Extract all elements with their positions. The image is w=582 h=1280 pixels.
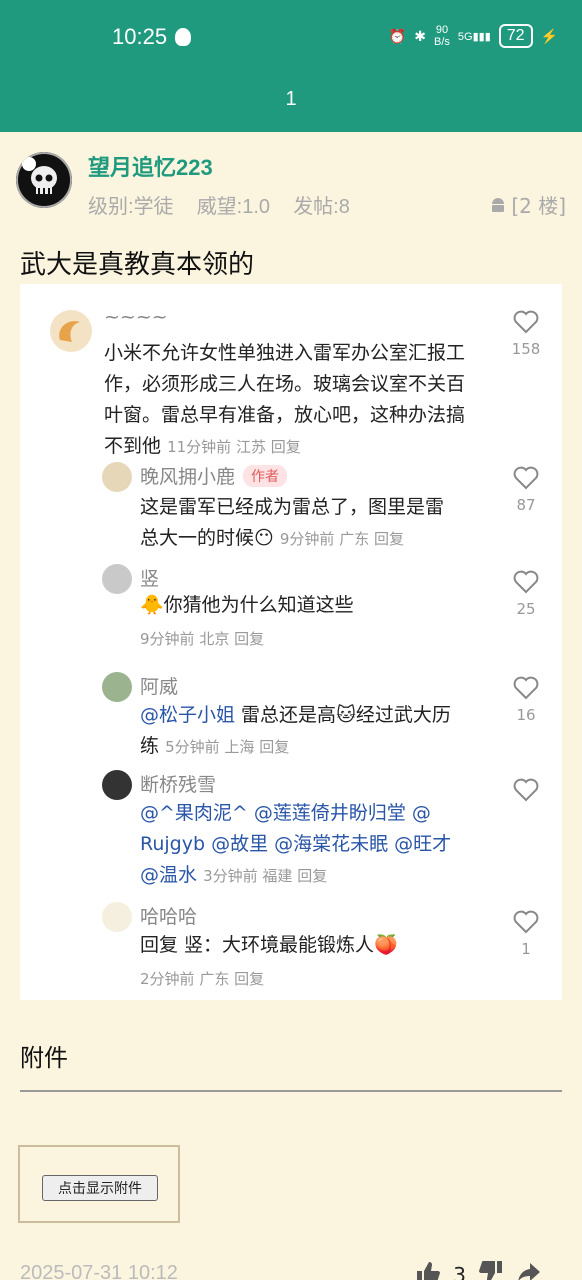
comment-text: 这是雷军已经成为雷总了，图里是雷 总大一的时候😶 9分钟前 广东 回复 — [140, 496, 445, 549]
signal-icon: 5G▮▮▮ — [457, 30, 491, 43]
heart-icon — [513, 570, 539, 594]
heart-icon — [513, 676, 539, 700]
reply-button[interactable]: 回复 — [259, 738, 289, 756]
carrot-avatar — [102, 902, 132, 932]
net-speed-unit: B/s — [434, 36, 450, 48]
comment-author[interactable]: 哈哈哈 — [140, 902, 197, 929]
comment-text: @松子小姐 雷总还是高🐱经过武大历 练 5分钟前 上海 回复 — [140, 704, 451, 757]
heart-icon — [513, 310, 539, 334]
user-avatar — [102, 672, 132, 702]
comment-author[interactable]: 晚风拥小鹿 — [140, 466, 235, 488]
reply-button[interactable]: 回复 — [234, 970, 264, 988]
skull-icon — [16, 152, 72, 208]
comment-author[interactable]: 断桥残雪 — [140, 770, 216, 797]
like-button[interactable]: 16 — [506, 676, 546, 724]
thumbs-down-icon[interactable] — [478, 1260, 504, 1280]
app-notification-icon — [175, 28, 192, 46]
attachments-title: 附件 — [20, 1044, 68, 1072]
floor-label: [2 楼] — [489, 190, 566, 219]
post-date: 2025-07-31 10:12 — [20, 1262, 178, 1280]
status-time: 10:25 — [112, 24, 168, 49]
page-title: 1 — [0, 70, 582, 132]
comments-image: ~~~~ 小米不允许女性单独进入雷军办公室汇报工作，必须形成三人在场。玻璃会议室… — [20, 284, 562, 1000]
android-icon — [492, 197, 505, 212]
comment-text: 小米不允许女性单独进入雷军办公室汇报工作，必须形成三人在场。玻璃会议室不关百叶窗… — [104, 342, 466, 457]
cat-emoji-icon: 🐱 — [336, 704, 356, 726]
comment-text: 回复 竖：大环境最能锻炼人🍑 — [140, 934, 398, 956]
comment-text: 🐥你猜他为什么知道这些 — [140, 594, 354, 616]
author-avatar[interactable] — [16, 152, 72, 208]
thumbs-up-icon[interactable] — [415, 1260, 441, 1280]
like-button[interactable]: 1 — [506, 910, 546, 958]
author-name[interactable]: 望月追忆223 — [88, 150, 213, 182]
heart-icon — [513, 778, 539, 802]
charging-icon: ⚡ — [540, 27, 558, 44]
heart-icon — [513, 466, 539, 490]
user-avatar — [102, 462, 132, 492]
share-icon[interactable] — [516, 1260, 542, 1280]
like-button[interactable] — [506, 778, 546, 808]
battery-indicator: 72 — [498, 24, 533, 48]
up-count: 3 — [453, 1262, 466, 1280]
vote-bar: 3 — [415, 1260, 542, 1280]
reply-button[interactable]: 回复 — [374, 530, 404, 548]
mention-link[interactable]: @松子小姐 — [140, 704, 235, 726]
comment-text: @^果肉泥^ @莲莲倚井盼归堂 @ Rujgyb @故里 @海棠花未眠 @旺才 … — [140, 802, 452, 886]
emoji-icon: 🐥 — [140, 594, 164, 616]
heart-icon — [513, 910, 539, 934]
user-avatar — [102, 770, 132, 800]
bluetooth-icon: ✱ — [414, 27, 426, 44]
emoji-icon: 😶 — [254, 527, 274, 549]
comment-author[interactable]: 竖 — [140, 564, 159, 591]
author-meta: 级别:学徒 威望:1.0 发帖:8 — [88, 196, 350, 218]
divider — [20, 1090, 562, 1092]
like-button[interactable]: 25 — [506, 570, 546, 618]
like-button[interactable]: 158 — [506, 310, 546, 358]
comment-author[interactable]: ~~~~ — [104, 306, 168, 328]
reply-button[interactable]: 回复 — [297, 867, 327, 885]
net-speed-value: 90 — [435, 24, 449, 36]
reply-button[interactable]: 回复 — [234, 630, 264, 648]
like-button[interactable]: 87 — [506, 466, 546, 514]
status-bar: 10:25 ⏰ ✱ 90 B/s 5G▮▮▮ 72 ⚡ — [0, 0, 582, 70]
emoji-icon: 🍑 — [374, 934, 398, 956]
alarm-icon: ⏰ — [388, 27, 407, 44]
author-badge: 作者 — [243, 465, 288, 487]
show-attachments-button[interactable]: 点击显示附件 — [42, 1175, 158, 1201]
attachments-box: 点击显示附件 — [18, 1145, 180, 1223]
reply-button[interactable]: 回复 — [271, 438, 301, 456]
user-avatar — [102, 564, 132, 594]
comment-author[interactable]: 阿威 — [140, 672, 178, 699]
post-title: 武大是真教真本领的 — [20, 250, 255, 280]
croissant-avatar — [50, 310, 92, 352]
